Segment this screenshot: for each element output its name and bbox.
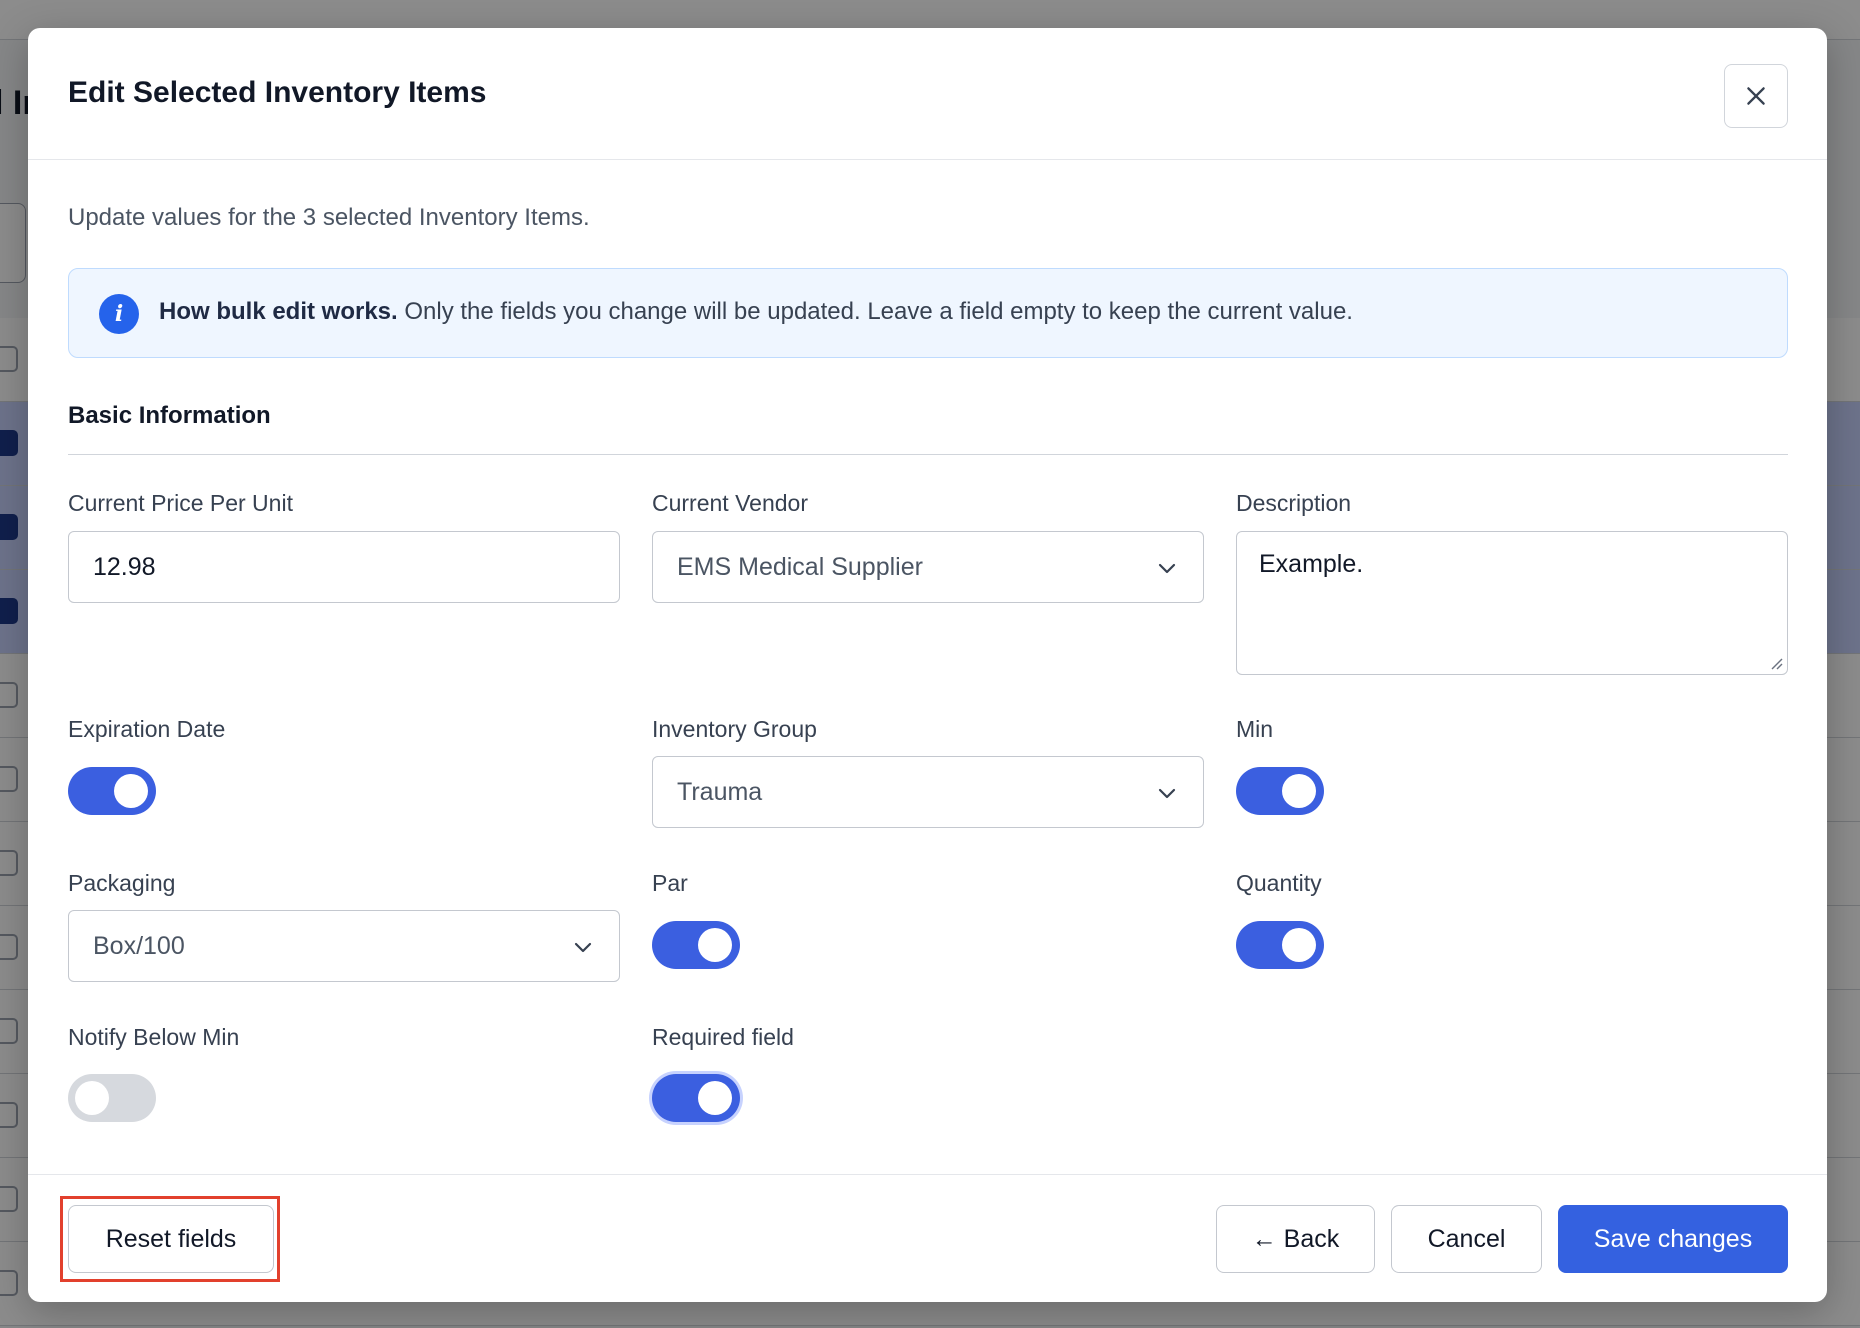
price-label: Current Price Per Unit bbox=[68, 490, 293, 516]
inventory-group-select[interactable]: Trauma bbox=[652, 756, 1204, 828]
back-button[interactable]: ← Back bbox=[1216, 1205, 1375, 1273]
close-button[interactable] bbox=[1724, 64, 1788, 128]
close-icon bbox=[1747, 87, 1765, 105]
quantity-label: Quantity bbox=[1236, 870, 1322, 896]
cancel-button[interactable]: Cancel bbox=[1391, 1205, 1542, 1273]
info-body-text: Only the fields you change will be updat… bbox=[397, 298, 1353, 325]
description-label: Description bbox=[1236, 490, 1352, 516]
section-title: Basic Information bbox=[68, 402, 271, 429]
chevron-down-icon bbox=[1158, 563, 1176, 574]
toggle-knob bbox=[114, 774, 148, 808]
save-changes-button[interactable]: Save changes bbox=[1558, 1205, 1788, 1273]
par-label: Par bbox=[652, 870, 688, 896]
toggle-knob bbox=[698, 1081, 732, 1115]
notify-below-min-toggle[interactable] bbox=[68, 1074, 156, 1122]
packaging-label: Packaging bbox=[68, 870, 176, 896]
info-bold-text: How bulk edit works. bbox=[159, 298, 398, 325]
expiration-toggle[interactable] bbox=[68, 767, 156, 815]
notify-label: Notify Below Min bbox=[68, 1024, 240, 1050]
vendor-label: Current Vendor bbox=[652, 490, 808, 516]
edit-inventory-modal: Edit Selected Inventory Items Update val… bbox=[28, 28, 1827, 1302]
modal-subtitle: Update values for the 3 selected Invento… bbox=[68, 204, 590, 231]
toggle-knob bbox=[1282, 774, 1316, 808]
chevron-down-icon bbox=[1158, 788, 1176, 799]
price-input[interactable]: 12.98 bbox=[68, 531, 620, 603]
required-label: Required field bbox=[652, 1024, 794, 1050]
modal-header: Edit Selected Inventory Items bbox=[28, 28, 1827, 160]
section-divider bbox=[68, 454, 1788, 455]
group-selected-value: Trauma bbox=[677, 777, 763, 806]
par-toggle[interactable] bbox=[652, 921, 740, 969]
description-value: Example. bbox=[1259, 550, 1364, 578]
min-label: Min bbox=[1236, 716, 1274, 742]
packaging-selected-value: Box/100 bbox=[93, 931, 185, 960]
group-label: Inventory Group bbox=[652, 716, 817, 742]
modal-footer-divider bbox=[28, 1174, 1827, 1175]
min-toggle[interactable] bbox=[1236, 767, 1324, 815]
toggle-knob bbox=[698, 928, 732, 962]
resize-grip-icon[interactable] bbox=[1769, 656, 1783, 670]
vendor-select[interactable]: EMS Medical Supplier bbox=[652, 531, 1204, 603]
info-text: How bulk edit works. Only the fields you… bbox=[159, 298, 1353, 326]
toggle-knob bbox=[1282, 928, 1316, 962]
description-textarea[interactable]: Example. bbox=[1236, 531, 1788, 675]
info-icon: i bbox=[99, 294, 139, 334]
bulk-edit-info-banner: i How bulk edit works. Only the fields y… bbox=[68, 268, 1788, 358]
expiration-label: Expiration Date bbox=[68, 716, 226, 742]
reset-fields-button[interactable]: Reset fields bbox=[68, 1205, 274, 1273]
vendor-selected-value: EMS Medical Supplier bbox=[677, 552, 923, 581]
packaging-select[interactable]: Box/100 bbox=[68, 910, 620, 982]
required-field-toggle[interactable] bbox=[652, 1074, 740, 1122]
chevron-down-icon bbox=[574, 942, 592, 953]
quantity-toggle[interactable] bbox=[1236, 921, 1324, 969]
modal-title: Edit Selected Inventory Items bbox=[68, 76, 487, 109]
toggle-knob bbox=[75, 1081, 109, 1115]
